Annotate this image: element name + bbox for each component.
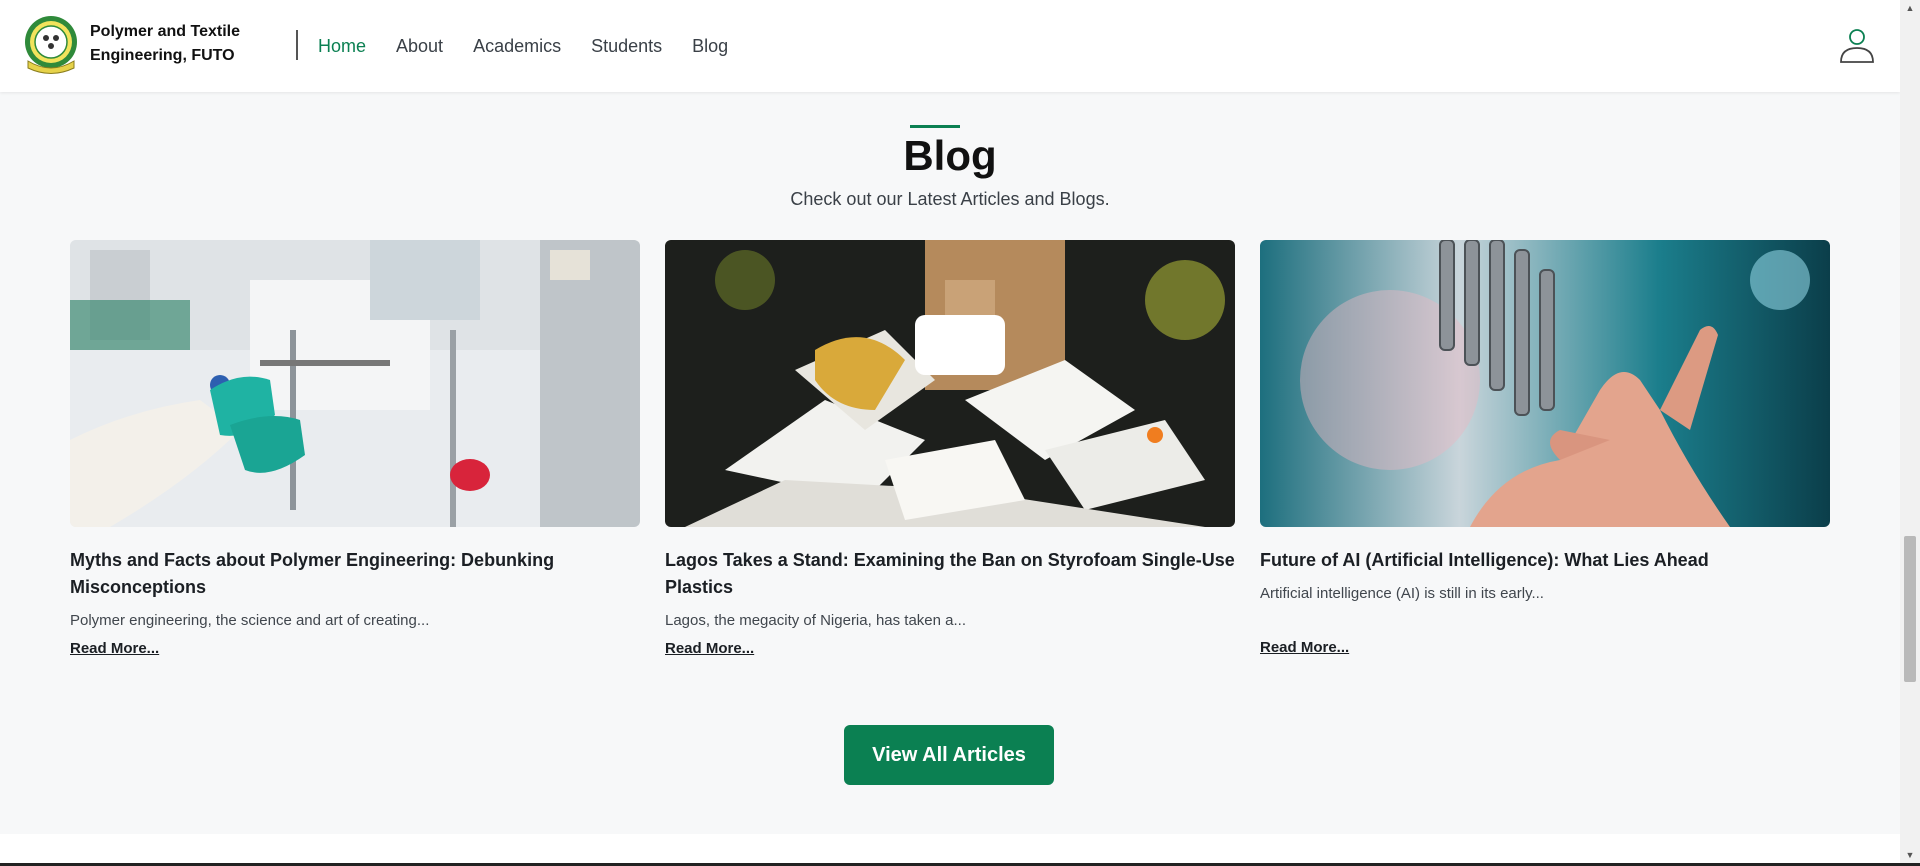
vertical-scrollbar[interactable]: ▲ ▼ — [1900, 0, 1920, 866]
section-title: Blog — [903, 132, 997, 179]
nav-blog[interactable]: Blog — [692, 36, 728, 57]
article-image-lab[interactable] — [70, 240, 640, 527]
main-nav: Home About Academics Students Blog — [318, 0, 758, 92]
article-image-ai[interactable] — [1260, 240, 1830, 527]
read-more-link[interactable]: Read More... — [1260, 639, 1349, 656]
nav-home[interactable]: Home — [318, 36, 366, 57]
read-more-link[interactable]: Read More... — [665, 640, 754, 657]
view-all-articles-button[interactable]: View All Articles — [844, 725, 1054, 785]
nav-academics[interactable]: Academics — [473, 36, 561, 57]
article-title[interactable]: Myths and Facts about Polymer Engineerin… — [70, 547, 640, 601]
brand-line-2: Engineering, FUTO — [90, 47, 235, 64]
scroll-up-arrow-icon[interactable]: ▲ — [1900, 0, 1920, 16]
article-excerpt: Artificial intelligence (AI) is still in… — [1260, 585, 1544, 602]
read-more-link[interactable]: Read More... — [70, 640, 159, 657]
futo-logo[interactable] — [20, 13, 82, 75]
article-image-styrofoam[interactable] — [665, 240, 1235, 527]
article-excerpt: Polymer engineering, the science and art… — [70, 612, 430, 629]
scroll-thumb[interactable] — [1904, 536, 1916, 682]
brand-line-1: Polymer and Textile — [90, 23, 240, 40]
user-icon[interactable] — [1838, 26, 1876, 64]
article-card: Future of AI (Artificial Intelligence): … — [1260, 240, 1830, 658]
nav-about[interactable]: About — [396, 36, 443, 57]
article-title[interactable]: Lagos Takes a Stand: Examining the Ban o… — [665, 547, 1235, 601]
section-subtitle: Check out our Latest Articles and Blogs. — [790, 189, 1110, 209]
article-title[interactable]: Future of AI (Artificial Intelligence): … — [1260, 547, 1830, 574]
brand-name[interactable]: Polymer and Textile Engineering, FUTO — [90, 20, 240, 68]
site-header: Polymer and Textile Engineering, FUTO Ho… — [0, 0, 1900, 92]
page: Polymer and Textile Engineering, FUTO Ho… — [0, 0, 1900, 866]
header-divider — [296, 30, 298, 60]
article-cards: Myths and Facts about Polymer Engineerin… — [70, 240, 1830, 658]
nav-students[interactable]: Students — [591, 36, 662, 57]
scroll-down-arrow-icon[interactable]: ▼ — [1900, 847, 1920, 863]
article-excerpt: Lagos, the megacity of Nigeria, has take… — [665, 612, 967, 629]
footer-strip — [0, 834, 1900, 866]
section-accent-bar — [910, 125, 960, 128]
article-card: Lagos Takes a Stand: Examining the Ban o… — [665, 240, 1235, 658]
article-card: Myths and Facts about Polymer Engineerin… — [70, 240, 640, 658]
